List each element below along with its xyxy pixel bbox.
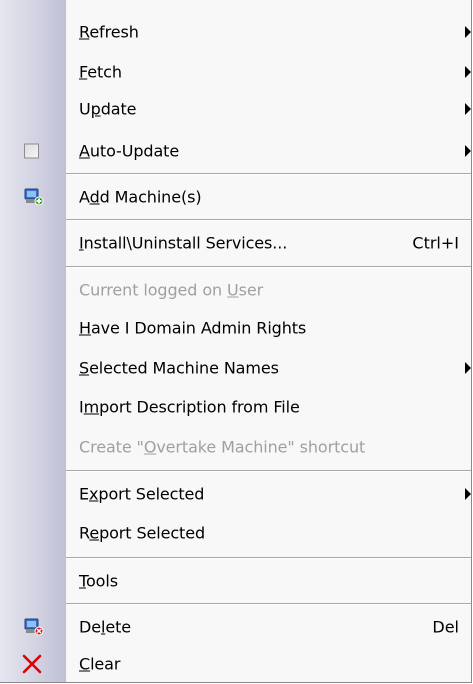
menu-item-current-user: Current logged on User (0, 272, 471, 308)
context-menu: Refresh Fetch Update Auto-Update Add Mac… (0, 0, 472, 683)
menu-item-fetch[interactable]: Fetch (0, 54, 471, 90)
menu-item-label: Clear (79, 654, 121, 674)
menu-item-label: Current logged on User (79, 280, 264, 300)
menu-item-label: Have I Domain Admin Rights (79, 318, 307, 338)
menu-item-delete[interactable]: Delete Del (0, 608, 471, 646)
submenu-arrow-icon (465, 103, 471, 115)
menu-item-update[interactable]: Update (0, 91, 471, 127)
menu-item-report-selected[interactable]: Report Selected (0, 515, 471, 551)
submenu-arrow-icon (465, 26, 471, 38)
submenu-arrow-icon (465, 488, 471, 500)
menu-item-label: Report Selected (79, 523, 206, 543)
red-x-icon (22, 654, 42, 674)
menu-item-label: Selected Machine Names (79, 358, 279, 378)
menu-separator (66, 173, 471, 175)
menu-item-tools[interactable]: Tools (0, 562, 471, 600)
menu-separator (66, 266, 471, 268)
shortcut-label: Del (432, 617, 459, 637)
menu-item-overtake-shortcut: Create "Overtake Machine" shortcut (0, 429, 471, 465)
computer-add-icon (24, 188, 44, 206)
menu-item-label: Export Selected (79, 484, 205, 504)
menu-item-label: Import Description from File (79, 397, 300, 417)
menu-item-add-machine[interactable]: Add Machine(s) (0, 178, 471, 216)
menu-separator (66, 557, 471, 559)
menu-item-clear[interactable]: Clear (0, 646, 471, 682)
menu-item-label: Update (79, 99, 137, 119)
menu-item-label: Install\Uninstall Services... (79, 233, 288, 253)
menu-item-refresh[interactable]: Refresh (0, 14, 471, 50)
menu-item-label: Delete (79, 617, 131, 637)
menu-separator (66, 603, 471, 605)
menu-item-domain-admin-rights[interactable]: Have I Domain Admin Rights (0, 310, 471, 346)
menu-item-label: Create "Overtake Machine" shortcut (79, 437, 366, 457)
menu-item-label: Tools (79, 571, 118, 591)
submenu-arrow-icon (465, 66, 471, 78)
menu-item-label: Refresh (79, 22, 139, 42)
shortcut-label: Ctrl+I (412, 233, 459, 253)
submenu-arrow-icon (465, 145, 471, 157)
menu-item-label: Fetch (79, 62, 122, 82)
menu-item-selected-machine-names[interactable]: Selected Machine Names (0, 350, 471, 386)
menu-item-import-description[interactable]: Import Description from File (0, 389, 471, 425)
checkbox-icon (24, 143, 39, 159)
menu-separator (66, 219, 471, 221)
menu-item-label: Auto-Update (79, 141, 180, 161)
menu-separator (66, 470, 471, 472)
submenu-arrow-icon (465, 362, 471, 374)
menu-item-install-services[interactable]: Install\Uninstall Services... Ctrl+I (0, 224, 471, 262)
menu-item-label: Add Machine(s) (79, 187, 202, 207)
menu-item-export-selected[interactable]: Export Selected (0, 476, 471, 512)
computer-delete-icon (24, 618, 44, 636)
menu-item-auto-update[interactable]: Auto-Update (0, 133, 471, 169)
